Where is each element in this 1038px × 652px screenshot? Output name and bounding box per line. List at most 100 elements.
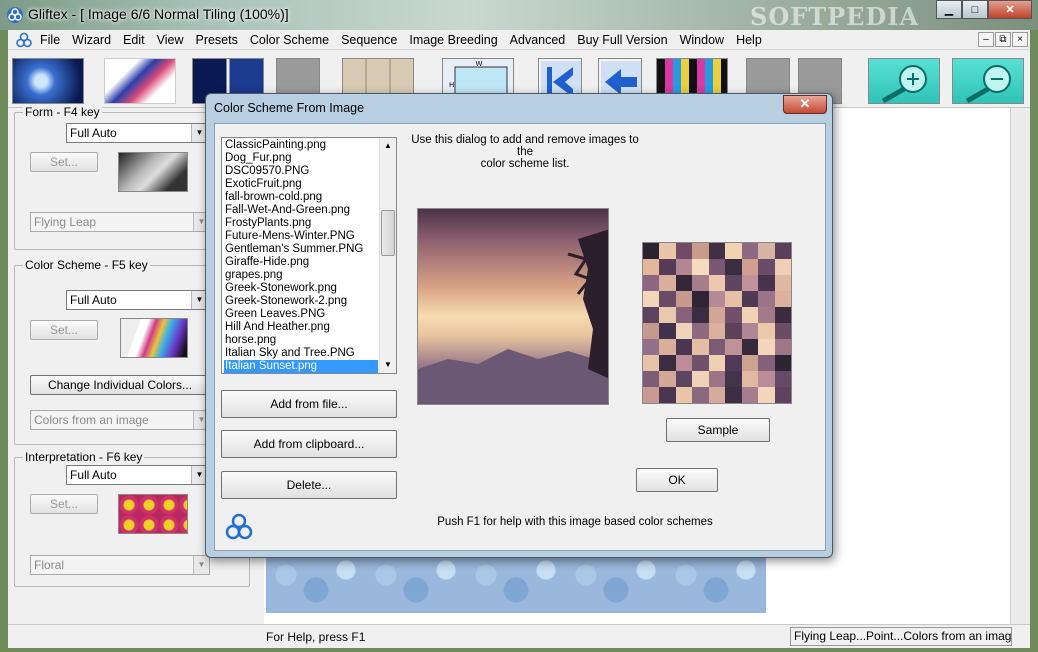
color-scheme-set-button[interactable]: Set...: [30, 320, 98, 340]
palette-cell: [708, 243, 726, 259]
menu-help[interactable]: Help: [730, 30, 768, 50]
menu-buy-full-version[interactable]: Buy Full Version: [571, 30, 673, 50]
mdi-minimize-button[interactable]: –: [978, 32, 994, 47]
palette-cell: [659, 371, 676, 387]
form-set-button[interactable]: Set...: [30, 152, 98, 172]
menu-file[interactable]: File: [34, 30, 66, 50]
list-item[interactable]: Greek-Stonework.png: [224, 282, 378, 295]
dialog-close-button[interactable]: ✕: [783, 95, 827, 114]
menu-sequence[interactable]: Sequence: [335, 30, 403, 50]
title-bar: Gliftex - [ Image 6/6 Normal Tiling (100…: [0, 0, 1038, 31]
palette-cell: [758, 259, 775, 275]
menu-view[interactable]: View: [151, 30, 190, 50]
palette-cell: [659, 291, 676, 307]
palette-cell: [675, 243, 693, 259]
list-item[interactable]: Giraffe-Hide.png: [224, 256, 378, 269]
menu-wizard[interactable]: Wizard: [66, 30, 117, 50]
palette-cell: [692, 275, 709, 291]
palette-cell: [708, 259, 726, 275]
list-item[interactable]: Italian Sunset.png: [224, 360, 378, 373]
tiled-image-preview[interactable]: [266, 555, 766, 613]
list-item[interactable]: Hill And Heather.png: [224, 321, 378, 334]
menu-bar: File Wizard Edit View Presets Color Sche…: [8, 30, 1030, 50]
status-info-text: Flying Leap...Point...Colors from an ima…: [790, 627, 1012, 646]
add-from-file-button[interactable]: Add from file...: [221, 390, 397, 418]
scroll-up-icon[interactable]: ▲: [380, 138, 396, 154]
palette-cell: [659, 387, 676, 403]
palette-cell: [741, 275, 759, 291]
list-item[interactable]: Green Leaves.PNG: [224, 308, 378, 321]
palette-cell: [692, 355, 709, 371]
list-item[interactable]: Dog_Fur.png: [224, 152, 378, 165]
mdi-restore-button[interactable]: ⧉: [995, 32, 1011, 47]
list-item[interactable]: fall-brown-cold.png: [224, 191, 378, 204]
interpretation-select[interactable]: Full Auto ▼: [66, 465, 208, 485]
palette-cell: [659, 307, 676, 323]
change-individual-colors-button[interactable]: Change Individual Colors...: [30, 375, 210, 395]
form-preset-value: Flying Leap: [34, 215, 97, 229]
menu-presets[interactable]: Presets: [189, 30, 243, 50]
list-item[interactable]: ClassicPainting.png: [224, 139, 378, 152]
menu-color-scheme[interactable]: Color Scheme: [244, 30, 335, 50]
list-item[interactable]: grapes.png: [224, 269, 378, 282]
palette-cell: [692, 387, 709, 403]
list-item[interactable]: ExoticFruit.png: [224, 178, 378, 191]
palette-cell: [643, 355, 660, 371]
feather-preset-button[interactable]: [104, 58, 176, 104]
interpretation-preset-select[interactable]: Floral ▼: [30, 555, 210, 575]
file-list-scrollbar[interactable]: ▲ ▼: [379, 138, 396, 373]
menu-advanced[interactable]: Advanced: [504, 30, 572, 50]
menu-image-breeding[interactable]: Image Breeding: [403, 30, 503, 50]
list-item[interactable]: Italian Sky and Tree.PNG: [224, 347, 378, 360]
lightning-preset-button[interactable]: [12, 58, 84, 104]
mdi-close-button[interactable]: ×: [1012, 32, 1028, 47]
palette-cell: [659, 275, 676, 291]
scroll-thumb[interactable]: [381, 210, 395, 256]
close-button[interactable]: ✕: [988, 0, 1032, 19]
palette-cell: [643, 307, 660, 323]
instructions-line-1: Use this dialog to add and remove images…: [411, 134, 639, 158]
list-item[interactable]: horse.png: [224, 334, 378, 347]
palette-cell: [758, 291, 775, 307]
status-help-text: For Help, press F1: [266, 630, 366, 644]
add-from-clipboard-button[interactable]: Add from clipboard...: [221, 430, 397, 458]
image-file-list[interactable]: ClassicPainting.png Dog_Fur.png DSC09570.P…: [221, 137, 397, 374]
canvas-scrollbar[interactable]: [1010, 108, 1030, 624]
palette-cell: [659, 323, 676, 339]
list-item[interactable]: FrostyPlants.png: [224, 217, 378, 230]
palette-cell: [774, 387, 791, 403]
form-preset-select[interactable]: Flying Leap ▼: [30, 212, 210, 232]
list-item[interactable]: Future-Mens-Winter.PNG: [224, 230, 378, 243]
palette-cell: [758, 243, 775, 259]
palette-cell: [725, 355, 742, 371]
maximize-button[interactable]: □: [962, 0, 988, 19]
delete-button[interactable]: Delete...: [221, 471, 397, 499]
dialog-body: ClassicPainting.png Dog_Fur.png DSC09570.P…: [214, 123, 826, 551]
form-select[interactable]: Full Auto ▼: [66, 123, 208, 143]
zoom-out-button[interactable]: [952, 58, 1024, 104]
palette-cell: [725, 291, 742, 307]
scroll-down-icon[interactable]: ▼: [380, 357, 396, 373]
form-select-value: Full Auto: [70, 126, 117, 140]
interpretation-preset-value: Floral: [34, 558, 65, 572]
list-item[interactable]: Gentleman's Summer.PNG: [224, 243, 378, 256]
ok-button[interactable]: OK: [636, 468, 718, 492]
list-item[interactable]: Greek-Stonework-2.png: [224, 295, 378, 308]
palette-cell: [675, 323, 693, 339]
softpedia-watermark: SOFTPEDIA: [750, 2, 920, 31]
zoom-in-button[interactable]: [868, 58, 940, 104]
interpretation-set-button[interactable]: Set...: [30, 494, 98, 514]
color-scheme-select[interactable]: Full Auto ▼: [66, 290, 208, 310]
list-item[interactable]: Fall-Wet-And-Green.png: [224, 204, 378, 217]
palette-cell: [725, 371, 742, 387]
palette-cell: [659, 243, 676, 259]
palette-cell: [725, 323, 742, 339]
menu-edit[interactable]: Edit: [117, 30, 151, 50]
palette-cell: [725, 259, 742, 275]
minimize-button[interactable]: ▁: [936, 0, 962, 19]
document-icon[interactable]: [14, 31, 34, 49]
sample-button[interactable]: Sample: [666, 418, 770, 442]
color-scheme-preset-select[interactable]: Colors from an image ▼: [30, 410, 210, 430]
menu-window[interactable]: Window: [674, 30, 730, 50]
list-item[interactable]: DSC09570.PNG: [224, 165, 378, 178]
